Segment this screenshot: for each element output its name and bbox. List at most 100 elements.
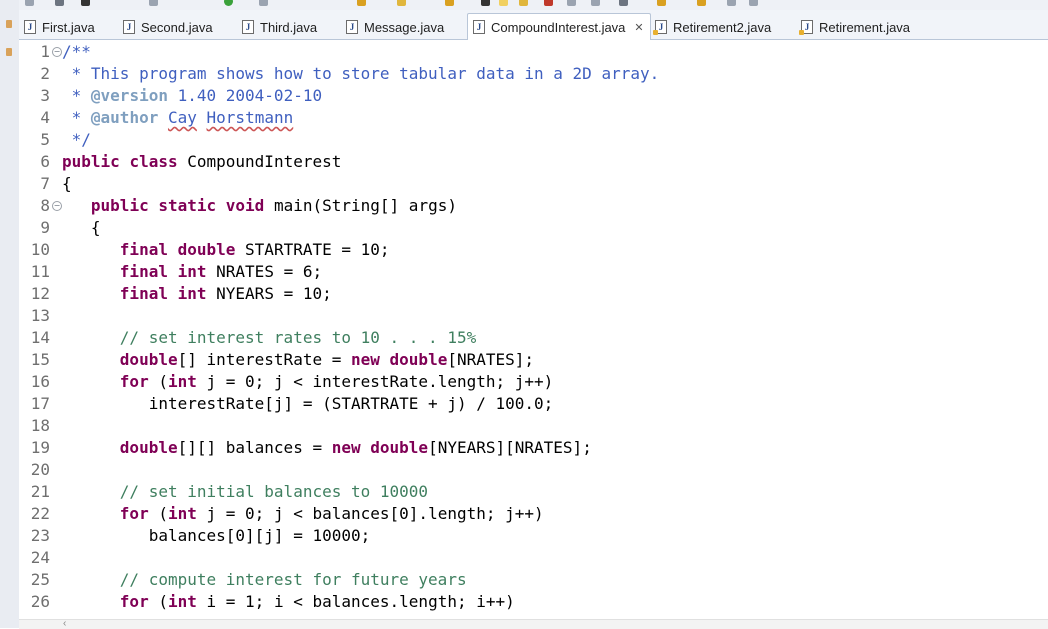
line-number: 18 bbox=[30, 416, 50, 435]
java-file-warning-icon: J bbox=[799, 20, 813, 35]
toolbar-button-icon[interactable] bbox=[25, 0, 34, 6]
code-line[interactable]: 3 * @version 1.40 2004-02-10 bbox=[19, 85, 1048, 107]
code-line[interactable]: 25 // compute interest for future years bbox=[19, 569, 1048, 591]
toolbar-button-icon[interactable] bbox=[619, 0, 628, 6]
tab-message-java[interactable]: J Message.java bbox=[343, 15, 444, 39]
fold-collapse-icon[interactable]: − bbox=[52, 47, 62, 57]
code-line[interactable]: 21 // set initial balances to 10000 bbox=[19, 481, 1048, 503]
toolbar-button-icon[interactable] bbox=[149, 0, 158, 6]
code-text: final double STARTRATE = 10; bbox=[62, 239, 390, 261]
toolbar-button-icon[interactable] bbox=[481, 0, 490, 6]
toolbar-button-icon[interactable] bbox=[657, 0, 666, 6]
code-token: ( bbox=[148, 592, 168, 611]
code-token: final bbox=[119, 284, 168, 303]
line-number: 15 bbox=[30, 350, 50, 369]
toolbar-button-icon[interactable] bbox=[591, 0, 600, 6]
code-token: public bbox=[90, 196, 149, 215]
toolbar-button-icon[interactable] bbox=[567, 0, 576, 6]
code-line[interactable]: 23 balances[0][j] = 10000; bbox=[19, 525, 1048, 547]
code-token: { bbox=[62, 174, 72, 193]
line-number: 21 bbox=[30, 482, 50, 501]
toolbar-button-icon[interactable] bbox=[445, 0, 454, 6]
code-token: final bbox=[119, 240, 168, 259]
code-line[interactable]: 14 // set interest rates to 10 . . . 15% bbox=[19, 327, 1048, 349]
toolbar-button-icon[interactable] bbox=[55, 0, 64, 6]
code-token: [NRATES]; bbox=[447, 350, 535, 369]
toolbar-button-icon[interactable] bbox=[259, 0, 268, 6]
code-line[interactable]: 20 bbox=[19, 459, 1048, 481]
line-number: 1 bbox=[40, 42, 50, 61]
toolbar-button-icon[interactable] bbox=[544, 0, 553, 6]
code-line[interactable]: 17 interestRate[j] = (STARTRATE + j) / 1… bbox=[19, 393, 1048, 415]
toolbar-button-icon[interactable] bbox=[499, 0, 508, 6]
toolbar-button-icon[interactable] bbox=[749, 0, 758, 6]
code-line[interactable]: 9 { bbox=[19, 217, 1048, 239]
line-number: 6 bbox=[40, 152, 50, 171]
toolbar-button-icon[interactable] bbox=[397, 0, 406, 6]
code-token: // set initial balances to 10000 bbox=[119, 482, 429, 501]
code-line[interactable]: 4 * @author Cay Horstmann bbox=[19, 107, 1048, 129]
tab-retirement2-java[interactable]: J Retirement2.java bbox=[652, 15, 771, 39]
code-editor[interactable]: 1−/** 2 * This program shows how to store… bbox=[19, 40, 1048, 628]
code-token: void bbox=[225, 196, 265, 215]
code-token: double bbox=[389, 350, 448, 369]
code-line[interactable]: 26 for (int i = 1; i < balances.length; … bbox=[19, 591, 1048, 613]
code-line[interactable]: 12 final int NYEARS = 10; bbox=[19, 283, 1048, 305]
code-line[interactable]: 18 bbox=[19, 415, 1048, 437]
code-token: @author bbox=[90, 108, 159, 127]
tab-retirement-java[interactable]: J Retirement.java bbox=[798, 15, 910, 39]
tab-third-java[interactable]: J Third.java bbox=[239, 15, 317, 39]
toolbar-button-icon[interactable] bbox=[357, 0, 366, 6]
close-icon[interactable]: ✕ bbox=[634, 21, 643, 34]
code-line[interactable]: 15 double[] interestRate = new double[NR… bbox=[19, 349, 1048, 371]
line-number: 26 bbox=[30, 592, 50, 611]
code-line[interactable]: 16 for (int j = 0; j < interestRate.leng… bbox=[19, 371, 1048, 393]
code-token: final bbox=[119, 262, 168, 281]
code-text: */ bbox=[62, 129, 91, 151]
code-text: double[] interestRate = new double[NRATE… bbox=[62, 349, 534, 371]
toolbar-button-icon[interactable] bbox=[519, 0, 528, 6]
code-token: class bbox=[129, 152, 178, 171]
toolbar-button-icon[interactable] bbox=[81, 0, 90, 6]
tab-label: Retirement2.java bbox=[673, 19, 772, 35]
scroll-left-arrow-icon[interactable]: ‹ bbox=[63, 618, 66, 629]
code-line[interactable]: 6 public class CompoundInterest bbox=[19, 151, 1048, 173]
code-token: double bbox=[177, 240, 236, 259]
toolbar-button-icon[interactable] bbox=[727, 0, 736, 6]
line-number: 14 bbox=[30, 328, 50, 347]
code-line[interactable]: 2 * This program shows how to store tabu… bbox=[19, 63, 1048, 85]
line-number: 22 bbox=[30, 504, 50, 523]
toolbar-button-icon[interactable] bbox=[697, 0, 706, 6]
tab-label: Retirement.java bbox=[819, 19, 911, 35]
code-token: * bbox=[62, 108, 91, 127]
run-icon[interactable] bbox=[224, 0, 233, 6]
code-line[interactable]: 10 final double STARTRATE = 10; bbox=[19, 239, 1048, 261]
tab-label: Second.java bbox=[141, 19, 213, 35]
code-text: public static void main(String[] args) bbox=[62, 195, 457, 217]
code-line[interactable]: 22 for (int j = 0; j < balances[0].lengt… bbox=[19, 503, 1048, 525]
tab-first-java[interactable]: J First.java bbox=[21, 15, 95, 39]
tab-compoundinterest-java[interactable]: J CompoundInterest.java ✕ bbox=[467, 13, 651, 40]
code-line[interactable]: 5 */ bbox=[19, 129, 1048, 151]
code-line[interactable]: 24 bbox=[19, 547, 1048, 569]
code-text: for (int j = 0; j < interestRate.length;… bbox=[62, 371, 554, 393]
line-number: 5 bbox=[40, 130, 50, 149]
code-text: * This program shows how to store tabula… bbox=[62, 63, 660, 85]
code-line[interactable]: 19 double[][] balances = new double[NYEA… bbox=[19, 437, 1048, 459]
tab-label: CompoundInterest.java bbox=[491, 19, 626, 35]
code-line[interactable]: 11 final int NRATES = 6; bbox=[19, 261, 1048, 283]
code-line[interactable]: 1−/** bbox=[19, 41, 1048, 63]
tab-second-java[interactable]: J Second.java bbox=[120, 15, 213, 39]
code-line[interactable]: 7{ bbox=[19, 173, 1048, 195]
fold-collapse-icon[interactable]: − bbox=[52, 201, 62, 211]
code-token: for bbox=[119, 372, 149, 391]
code-line[interactable]: 8− public static void main(String[] args… bbox=[19, 195, 1048, 217]
code-line[interactable]: 13 bbox=[19, 305, 1048, 327]
